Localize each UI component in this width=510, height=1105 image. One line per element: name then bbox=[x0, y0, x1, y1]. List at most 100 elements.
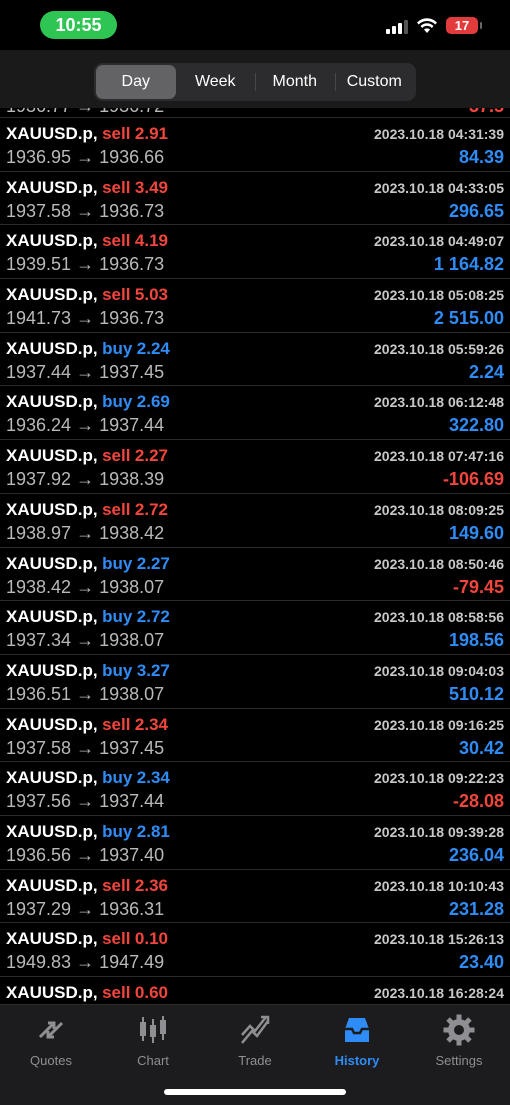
close-price: 1938.07 bbox=[99, 683, 165, 704]
open-price: 1941.73 bbox=[6, 308, 72, 329]
close-price: 1936.31 bbox=[99, 898, 165, 919]
trade-row[interactable]: XAUUSD.p, buy 2.27 2023.10.18 08:50:46 193… bbox=[0, 548, 510, 602]
trade-row[interactable]: XAUUSD.p, buy 3.27 2023.10.18 09:04:03 193… bbox=[0, 655, 510, 709]
tab-quotes[interactable]: Quotes bbox=[0, 1005, 102, 1073]
segment-month[interactable]: Month bbox=[255, 65, 335, 99]
trade-side: sell bbox=[102, 285, 131, 305]
tab-settings[interactable]: Settings bbox=[408, 1005, 510, 1073]
trade-volume: 3.49 bbox=[134, 177, 168, 197]
trade-prices: 1936.24 → 1937.44 bbox=[6, 415, 164, 436]
trade-row[interactable]: XAUUSD.p, buy 2.34 2023.10.18 09:22:23 193… bbox=[0, 762, 510, 816]
segment-week[interactable]: Week bbox=[176, 65, 256, 99]
close-price: 1937.44 bbox=[99, 415, 165, 436]
close-price: 1937.45 bbox=[99, 361, 165, 382]
trade-volume: 2.81 bbox=[136, 821, 170, 841]
open-price: 1937.29 bbox=[6, 898, 72, 919]
trade-volume: 4.19 bbox=[134, 231, 168, 251]
trade-symbol: XAUUSD.p, bbox=[6, 124, 98, 143]
arrow-icon: → bbox=[76, 952, 95, 973]
trade-datetime: 2023.10.18 09:22:23 bbox=[374, 770, 504, 787]
trade-datetime: 2023.10.18 04:49:07 bbox=[374, 233, 504, 250]
history-header: Day Week Month Custom bbox=[0, 50, 510, 108]
trade-datetime: 2023.10.18 08:50:46 bbox=[374, 555, 504, 572]
partial-row: 1936.77 → 1936.7237.5 bbox=[0, 108, 510, 118]
trade-profit: 23.40 bbox=[458, 952, 504, 973]
close-price: 1937.44 bbox=[99, 791, 165, 812]
trade-prices: 1937.44 → 1937.45 bbox=[6, 362, 164, 383]
trade-datetime: 2023.10.18 08:09:25 bbox=[374, 501, 504, 518]
trade-prices: 1937.56 → 1937.44 bbox=[6, 791, 164, 812]
status-bar: 10:55 17 bbox=[0, 0, 510, 50]
trade-datetime: 2023.10.18 05:59:26 bbox=[374, 340, 504, 357]
trade-profit: -106.69 bbox=[442, 469, 504, 490]
period-segmented-control: Day Week Month Custom bbox=[94, 63, 416, 101]
tab-trade[interactable]: Trade bbox=[204, 1005, 306, 1073]
trade-volume: 2.69 bbox=[136, 392, 170, 412]
trade-datetime: 2023.10.18 04:31:39 bbox=[374, 126, 504, 142]
trade-volume: 0.60 bbox=[134, 983, 168, 1002]
trade-side: sell bbox=[102, 875, 131, 895]
arrow-icon: → bbox=[76, 254, 95, 275]
trade-volume: 3.27 bbox=[136, 660, 170, 680]
tab-chart[interactable]: Chart bbox=[102, 1005, 204, 1073]
close-price: 1938.07 bbox=[99, 576, 165, 597]
tab-label: Chart bbox=[137, 1053, 169, 1068]
trade-datetime: 2023.10.18 09:16:25 bbox=[374, 716, 504, 733]
trade-row[interactable]: XAUUSD.p, sell 2.27 2023.10.18 07:47:16 19… bbox=[0, 440, 510, 494]
trade-row[interactable]: XAUUSD.p, sell 5.03 2023.10.18 05:08:25 19… bbox=[0, 279, 510, 333]
trade-profit: 2.24 bbox=[468, 361, 504, 382]
trade-volume: 2.27 bbox=[136, 553, 170, 573]
open-price: 1937.58 bbox=[6, 200, 72, 221]
status-icons: 17 bbox=[386, 17, 482, 34]
status-time: 10:55 bbox=[40, 11, 117, 39]
trade-row[interactable]: XAUUSD.p, sell 4.19 2023.10.18 04:49:07 19… bbox=[0, 225, 510, 280]
segment-custom[interactable]: Custom bbox=[334, 65, 415, 99]
trade-side: buy bbox=[102, 768, 133, 788]
history-icon bbox=[345, 1018, 369, 1042]
arrow-icon: → bbox=[76, 469, 95, 490]
trade-row[interactable]: XAUUSD.p, buy 2.69 2023.10.18 06:12:48 193… bbox=[0, 386, 510, 441]
trade-row[interactable]: XAUUSD.p, buy 2.81 2023.10.18 09:39:28 193… bbox=[0, 816, 510, 870]
trade-row[interactable]: XAUUSD.p, sell 3.49 2023.10.18 04:33:05 19… bbox=[0, 172, 510, 226]
trade-row[interactable]: XAUUSD.p, sell 0.60 2023.10.18 16:28:24 bbox=[0, 977, 510, 1004]
tab-bar: Quotes Chart Trade History Settings bbox=[0, 1004, 510, 1105]
trade-row[interactable]: XAUUSD.p, sell 2.91 2023.10.18 04:31:39 19… bbox=[0, 118, 510, 172]
trade-row[interactable]: XAUUSD.p, buy 2.72 2023.10.18 08:58:56 193… bbox=[0, 601, 510, 655]
tab-label: History bbox=[334, 1053, 380, 1068]
tab-history[interactable]: History bbox=[306, 1005, 408, 1073]
arrow-icon: → bbox=[76, 308, 95, 329]
open-price: 1939.51 bbox=[6, 254, 72, 275]
trade-profit: 236.04 bbox=[448, 844, 504, 865]
trade-prices: 1937.58 → 1937.45 bbox=[6, 738, 164, 759]
open-price: 1938.97 bbox=[6, 522, 72, 543]
close-price: 1937.45 bbox=[99, 737, 165, 758]
trade-volume: 2.72 bbox=[136, 607, 170, 627]
segment-day[interactable]: Day bbox=[96, 65, 176, 99]
close-price: 1938.07 bbox=[99, 630, 165, 651]
home-indicator[interactable] bbox=[164, 1089, 346, 1095]
arrow-icon: → bbox=[76, 737, 95, 758]
arrow-icon: → bbox=[76, 200, 95, 221]
close-price: 1936.73 bbox=[99, 200, 165, 221]
trade-prices: 1937.58 → 1936.73 bbox=[6, 201, 164, 222]
trade-row[interactable]: XAUUSD.p, buy 2.24 2023.10.18 05:59:26 193… bbox=[0, 333, 510, 387]
trade-history-list[interactable]: 1936.77 → 1936.7237.5 XAUUSD.p, sell 2.9… bbox=[0, 108, 510, 1004]
trade-side: buy bbox=[102, 392, 133, 412]
trade-row[interactable]: XAUUSD.p, sell 2.72 2023.10.18 08:09:25 19… bbox=[0, 494, 510, 548]
arrow-icon: → bbox=[76, 522, 95, 543]
trade-row[interactable]: XAUUSD.p, sell 2.34 2023.10.18 09:16:25 19… bbox=[0, 709, 510, 763]
trade-prices: 1937.92 → 1938.39 bbox=[6, 469, 164, 490]
trade-icon bbox=[241, 1015, 270, 1044]
trade-prices: 1949.83 → 1947.49 bbox=[6, 952, 164, 973]
open-price: 1936.95 bbox=[6, 147, 72, 167]
trade-volume: 0.10 bbox=[134, 929, 168, 949]
trade-datetime: 2023.10.18 09:04:03 bbox=[374, 662, 504, 679]
trade-row[interactable]: XAUUSD.p, sell 0.10 2023.10.18 15:26:13 19… bbox=[0, 923, 510, 977]
trade-row[interactable]: XAUUSD.p, sell 2.36 2023.10.18 10:10:43 19… bbox=[0, 870, 510, 924]
trade-volume: 2.34 bbox=[136, 768, 170, 788]
trade-side: buy bbox=[102, 338, 133, 358]
close-price: 1936.73 bbox=[99, 308, 165, 329]
open-price: 1936.51 bbox=[6, 683, 72, 704]
trade-symbol: XAUUSD.p, bbox=[6, 821, 98, 841]
trade-datetime: 2023.10.18 06:12:48 bbox=[374, 394, 504, 411]
